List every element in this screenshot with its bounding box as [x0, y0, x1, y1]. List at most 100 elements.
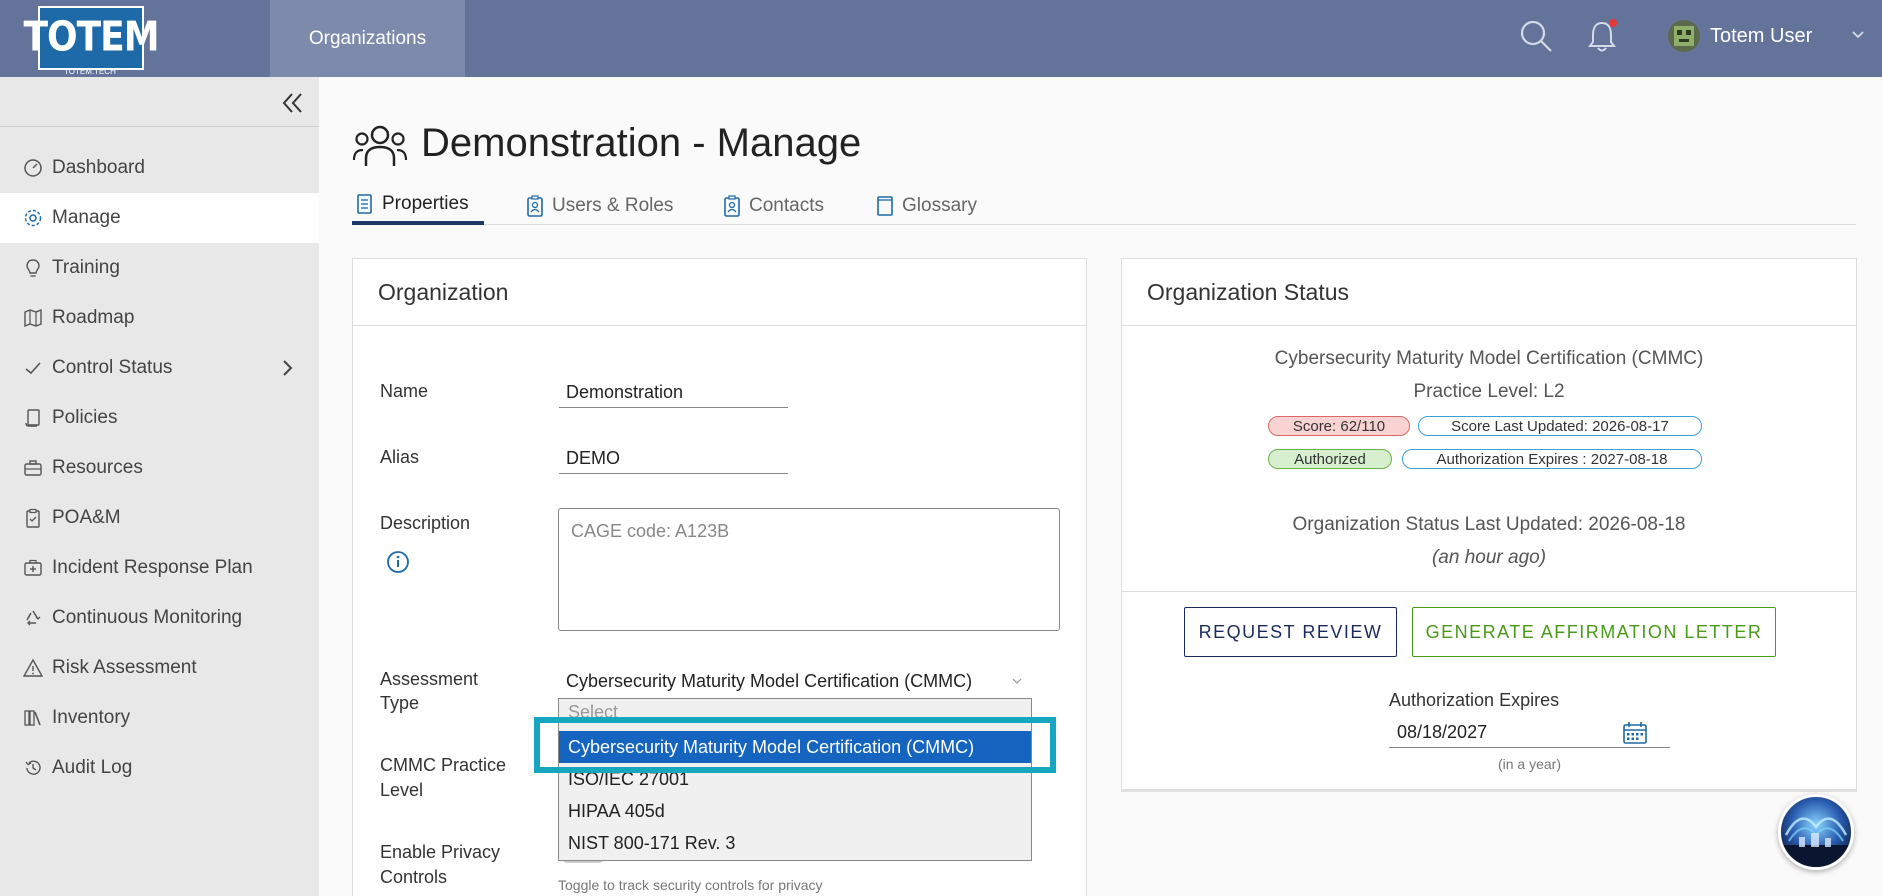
status-last-updated: Organization Status Last Updated: 2026-0… — [1292, 514, 1686, 535]
clipboard-icon — [22, 507, 44, 529]
chevron-down-icon[interactable] — [1850, 26, 1866, 42]
tab-label: Users & Roles — [552, 194, 674, 216]
tab-glossary[interactable]: Glossary — [872, 186, 981, 225]
sidebar-item-label: Risk Assessment — [52, 657, 197, 678]
briefcase-icon — [22, 457, 44, 479]
book-icon — [877, 195, 893, 216]
search-icon[interactable] — [1518, 18, 1554, 54]
sidebar-item-inventory[interactable]: Inventory — [0, 693, 319, 743]
name-label: Name — [380, 381, 429, 401]
calendar-icon[interactable] — [1622, 721, 1648, 745]
sidebar-item-continuous-monitoring[interactable]: Continuous Monitoring — [0, 593, 319, 643]
sidebar-item-label: Control Status — [52, 357, 173, 378]
sidebar: Dashboard Manage Training Roadmap Contro… — [0, 77, 319, 896]
sidebar-item-label: POA&M — [52, 507, 121, 528]
top-header: TOTEM TOTEM.TECH Organizations Totem Use… — [0, 0, 1882, 77]
dropdown-option[interactable]: HIPAA 405d — [559, 795, 1031, 827]
sidebar-item-resources[interactable]: Resources — [0, 443, 319, 493]
practice-level: Practice Level: L2 — [1413, 381, 1565, 402]
authorization-expires-date: 08/18/2027 — [1397, 722, 1488, 742]
sidebar-item-label: Training — [52, 257, 120, 278]
request-review-button[interactable]: REQUEST REVIEW — [1184, 607, 1397, 657]
sidebar-item-label: Inventory — [52, 707, 131, 728]
logo-text: TOTEM — [23, 13, 159, 62]
cmmc-level-label-line2: Level — [380, 780, 424, 800]
chevron-down-icon — [1012, 678, 1022, 684]
id-badge-icon — [527, 194, 543, 217]
description-label: Description — [380, 513, 471, 533]
lightbulb-icon — [22, 257, 44, 279]
users-group-icon — [352, 125, 408, 166]
assessment-type-value: Cybersecurity Maturity Model Certificati… — [566, 670, 973, 691]
chevron-right-icon[interactable] — [277, 358, 297, 378]
sidebar-item-roadmap[interactable]: Roadmap — [0, 293, 319, 343]
authorization-expires-relative: (in a year) — [1497, 756, 1562, 772]
dropdown-option[interactable]: Cybersecurity Maturity Model Certificati… — [559, 731, 1031, 763]
description-textarea[interactable]: CAGE code: A123B — [558, 508, 1060, 631]
authorization-expires-label: Authorization Expires — [1389, 690, 1560, 710]
inventory-icon — [22, 707, 44, 729]
sidebar-item-poam[interactable]: POA&M — [0, 493, 319, 543]
authorized-badge: Authorized — [1268, 449, 1392, 469]
page-title: Demonstration - Manage — [421, 121, 862, 165]
alias-label: Alias — [380, 447, 420, 467]
sidebar-item-risk-assessment[interactable]: Risk Assessment — [0, 643, 319, 693]
assessment-type-dropdown: Select Cybersecurity Maturity Model Cert… — [558, 698, 1032, 861]
dropdown-option[interactable]: NIST 800-171 Rev. 3 — [559, 827, 1031, 859]
contact-badge-icon — [724, 194, 740, 217]
sidebar-item-incident-response-plan[interactable]: Incident Response Plan — [0, 543, 319, 593]
scroll-icon — [22, 407, 44, 429]
nav-organizations[interactable]: Organizations — [270, 0, 465, 77]
tab-label: Properties — [382, 192, 469, 214]
sidebar-item-label: Manage — [52, 207, 121, 228]
tab-contacts[interactable]: Contacts — [719, 186, 828, 225]
assessment-type-label-line1: Assessment — [380, 669, 479, 689]
avatar-icon — [1674, 26, 1694, 46]
status-divider — [1122, 591, 1856, 592]
assistant-chat-button[interactable] — [1778, 794, 1854, 870]
privacy-label-line2: Controls — [380, 867, 448, 887]
collapse-sidebar-icon[interactable] — [278, 89, 308, 117]
tab-properties[interactable]: Properties — [352, 186, 484, 225]
sidebar-item-audit-log[interactable]: Audit Log — [0, 743, 319, 793]
authorization-expires-date-input[interactable]: 08/18/2027 — [1389, 718, 1670, 748]
totem-logo[interactable]: TOTEM — [23, 6, 160, 70]
aurora-icon — [1781, 817, 1851, 867]
history-icon — [22, 757, 44, 779]
map-icon — [22, 307, 44, 329]
assessment-type-select[interactable]: Cybersecurity Maturity Model Certificati… — [559, 666, 1031, 696]
sidebar-item-control-status[interactable]: Control Status — [0, 343, 319, 393]
privacy-hint: Toggle to track security controls for pr… — [558, 877, 823, 893]
gear-icon — [22, 207, 44, 229]
first-aid-icon — [22, 557, 44, 579]
avatar — [1668, 20, 1700, 52]
score-updated-badge: Score Last Updated: 2026-08-17 — [1418, 416, 1702, 436]
warning-icon — [22, 657, 44, 679]
dropdown-option[interactable]: ISO/IEC 27001 — [559, 763, 1031, 795]
user-menu[interactable]: Totem User — [1668, 18, 1812, 54]
generate-affirmation-letter-button[interactable]: GENERATE AFFIRMATION LETTER — [1412, 607, 1776, 657]
checkmark-icon — [22, 357, 44, 379]
name-input[interactable]: Demonstration — [559, 378, 788, 408]
sidebar-item-label: Resources — [52, 457, 143, 478]
sidebar-item-manage[interactable]: Manage — [0, 193, 319, 243]
bell-icon[interactable] — [1584, 18, 1620, 54]
sidebar-item-label: Roadmap — [52, 307, 135, 328]
sidebar-item-dashboard[interactable]: Dashboard — [0, 143, 319, 193]
organization-status-title: Organization Status — [1122, 259, 1856, 326]
info-icon[interactable] — [386, 550, 410, 574]
tab-label: Contacts — [749, 194, 824, 216]
sidebar-item-policies[interactable]: Policies — [0, 393, 319, 443]
dropdown-search-input[interactable]: Select — [559, 703, 1031, 723]
tab-users-roles[interactable]: Users & Roles — [522, 186, 677, 225]
organization-card-title: Organization — [353, 259, 1086, 326]
user-name: Totem User — [1710, 24, 1813, 47]
sidebar-item-label: Policies — [52, 407, 118, 428]
recycle-icon — [22, 607, 44, 629]
sidebar-item-training[interactable]: Training — [0, 243, 319, 293]
assessment-type-label-line2: Type — [380, 693, 420, 713]
alias-input[interactable]: DEMO — [559, 444, 788, 474]
tab-label: Glossary — [902, 194, 977, 216]
privacy-label-line1: Enable Privacy — [380, 842, 501, 862]
tab-bar: Properties Users & Roles Contacts Glossa… — [352, 186, 1856, 225]
